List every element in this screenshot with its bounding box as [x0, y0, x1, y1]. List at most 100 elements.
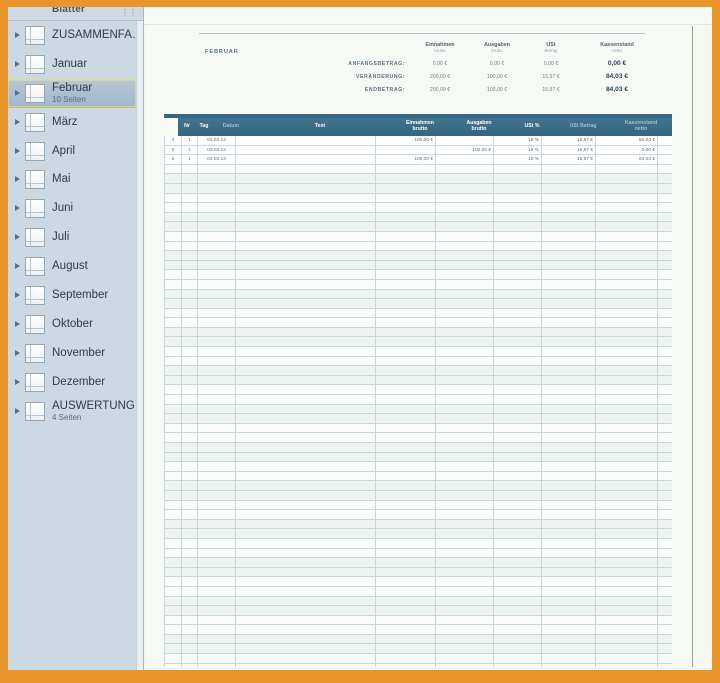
- cell-einnahmen[interactable]: [376, 145, 436, 156]
- cell-ust_pct[interactable]: [494, 347, 542, 357]
- cell-ausgaben[interactable]: [436, 462, 494, 472]
- cell-ausgaben[interactable]: [436, 414, 494, 424]
- cell-tag[interactable]: [182, 164, 198, 175]
- cell-ust_pct[interactable]: [494, 548, 542, 559]
- cell-nr[interactable]: [164, 366, 182, 376]
- table-row[interactable]: [164, 481, 672, 491]
- cell-datum[interactable]: [198, 174, 236, 184]
- cell-ust_pct[interactable]: [494, 270, 542, 280]
- column-header[interactable]: Tag: [196, 118, 212, 136]
- column-header[interactable]: USt %: [508, 118, 556, 136]
- table-body[interactable]: 4 1 02.02.13 100,00 €19 % 15,97 €84,03 €5 1 03…: [164, 136, 672, 667]
- cell-ust_betrag[interactable]: [542, 318, 596, 328]
- cell-kassenstand[interactable]: [596, 558, 658, 568]
- table-row[interactable]: [164, 443, 672, 453]
- cell-tag[interactable]: [182, 174, 198, 184]
- cell-nr[interactable]: [164, 596, 182, 607]
- cell-text[interactable]: [236, 183, 376, 194]
- cell-ust_pct[interactable]: [494, 577, 542, 587]
- cell-kassenstand[interactable]: [596, 414, 658, 424]
- cell-nr[interactable]: [164, 203, 182, 213]
- cell-ausgaben[interactable]: [436, 433, 494, 443]
- cell-kassenstand[interactable]: [596, 385, 658, 396]
- column-header[interactable]: Datum: [212, 118, 250, 136]
- cell-tag[interactable]: [182, 538, 198, 549]
- cell-ust_betrag[interactable]: [542, 279, 596, 290]
- table-row[interactable]: [164, 548, 672, 559]
- cell-nr[interactable]: [164, 452, 182, 463]
- cell-text[interactable]: [236, 414, 376, 424]
- cell-ust_pct[interactable]: [494, 193, 542, 204]
- cell-nr[interactable]: [164, 529, 182, 539]
- cell-nr[interactable]: [164, 538, 182, 549]
- cell-datum[interactable]: [198, 222, 236, 232]
- cell-kassenstand[interactable]: [596, 548, 658, 559]
- cell-ust_betrag[interactable]: [542, 414, 596, 424]
- cell-einnahmen[interactable]: 100,00 €: [376, 155, 436, 165]
- cell-tag[interactable]: [182, 260, 198, 271]
- table-row[interactable]: [164, 577, 672, 587]
- table-row[interactable]: [164, 654, 672, 664]
- cell-kassenstand[interactable]: [596, 586, 658, 597]
- cell-nr[interactable]: [164, 443, 182, 453]
- table-row[interactable]: 5 1 03.02.13 100,00 €19 % 15,97 €0,00 €: [164, 145, 672, 156]
- cell-text[interactable]: [236, 231, 376, 242]
- cell-ausgaben[interactable]: [436, 270, 494, 280]
- cell-einnahmen[interactable]: [376, 164, 436, 175]
- cell-text[interactable]: [236, 193, 376, 204]
- cell-tag[interactable]: [182, 586, 198, 597]
- cell-kassenstand[interactable]: [596, 490, 658, 501]
- table-row[interactable]: [164, 251, 672, 261]
- cell-ausgaben[interactable]: [436, 577, 494, 587]
- cell-einnahmen[interactable]: [376, 452, 436, 463]
- cell-einnahmen[interactable]: [376, 644, 436, 655]
- cell-ausgaben[interactable]: [436, 510, 494, 520]
- cell-text[interactable]: [236, 625, 376, 635]
- cell-datum[interactable]: [198, 395, 236, 405]
- cell-text[interactable]: [236, 375, 376, 386]
- sidebar-list[interactable]: ZUSAMMENFA… Januar Februar 10 Seiten März Apr…: [8, 21, 136, 670]
- cell-tag[interactable]: [182, 222, 198, 232]
- cell-datum[interactable]: [198, 481, 236, 491]
- cell-tag[interactable]: 1: [182, 145, 198, 156]
- cell-einnahmen[interactable]: [376, 423, 436, 434]
- cell-kassenstand[interactable]: [596, 423, 658, 434]
- cell-tag[interactable]: [182, 183, 198, 194]
- sidebar-item-oktober[interactable]: Oktober: [8, 310, 136, 339]
- cell-text[interactable]: [236, 299, 376, 309]
- cell-kassenstand[interactable]: [596, 538, 658, 549]
- table-row[interactable]: [164, 596, 672, 607]
- cell-ust_betrag[interactable]: [542, 212, 596, 223]
- cell-nr[interactable]: [164, 433, 182, 443]
- cell-ausgaben[interactable]: [436, 443, 494, 453]
- cell-ust_betrag[interactable]: [542, 606, 596, 616]
- cell-tag[interactable]: [182, 395, 198, 405]
- cell-ausgaben[interactable]: [436, 327, 494, 338]
- cell-text[interactable]: [236, 596, 376, 607]
- cell-ausgaben[interactable]: [436, 193, 494, 204]
- cell-ust_betrag[interactable]: [542, 577, 596, 587]
- cell-nr[interactable]: [164, 654, 182, 664]
- cell-tag[interactable]: [182, 452, 198, 463]
- cell-kassenstand[interactable]: [596, 625, 658, 635]
- cell-ust_pct[interactable]: [494, 279, 542, 290]
- sidebar-item-august[interactable]: August: [8, 252, 136, 281]
- sidebar-item-april[interactable]: April: [8, 137, 136, 166]
- cell-ausgaben[interactable]: [436, 241, 494, 252]
- cell-ust_betrag[interactable]: [542, 625, 596, 635]
- cell-ust_betrag[interactable]: [542, 203, 596, 213]
- cell-ust_betrag[interactable]: [542, 548, 596, 559]
- cell-nr[interactable]: [164, 289, 182, 300]
- cell-ausgaben[interactable]: [436, 606, 494, 616]
- cell-datum[interactable]: [198, 375, 236, 386]
- cell-tag[interactable]: [182, 548, 198, 559]
- cell-ust_betrag[interactable]: [542, 423, 596, 434]
- cell-datum[interactable]: [198, 577, 236, 587]
- cell-nr[interactable]: 4: [164, 136, 182, 146]
- cell-ausgaben[interactable]: [436, 222, 494, 232]
- cell-ausgaben[interactable]: [436, 337, 494, 348]
- cell-kassenstand[interactable]: [596, 289, 658, 300]
- table-row[interactable]: [164, 212, 672, 223]
- cell-tag[interactable]: [182, 654, 198, 664]
- cell-tag[interactable]: [182, 577, 198, 587]
